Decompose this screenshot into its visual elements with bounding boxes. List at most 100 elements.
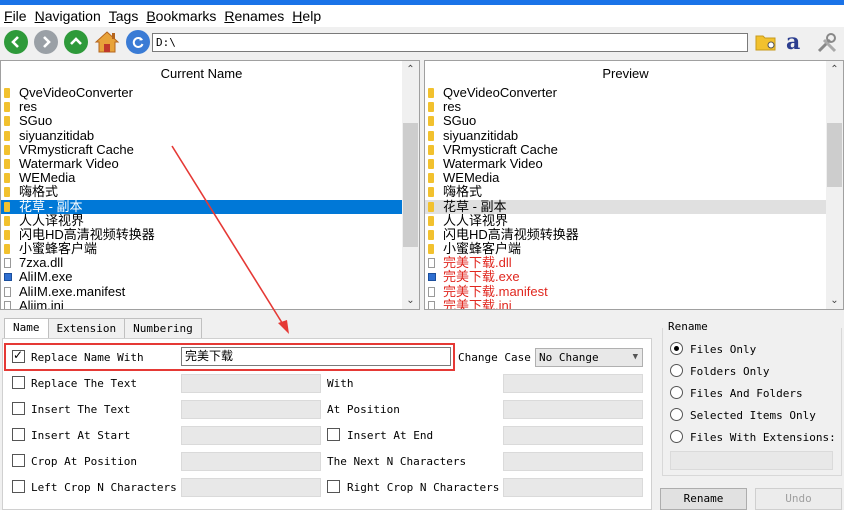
- list-item[interactable]: 人人译视界: [1, 213, 402, 228]
- list-item[interactable]: 完美下载.dll: [425, 256, 826, 270]
- list-item[interactable]: 完美下载.ini: [425, 297, 826, 309]
- menu-bookmarks[interactable]: Bookmarks: [146, 8, 216, 24]
- tab-extension[interactable]: Extension: [47, 318, 126, 338]
- font-settings-icon[interactable]: a: [786, 31, 806, 53]
- list-item[interactable]: Watermark Video: [1, 155, 402, 171]
- scroll-down-icon[interactable]: ⌄: [826, 292, 843, 309]
- list-item[interactable]: 嗨格式: [425, 185, 826, 199]
- insert-text-checkbox[interactable]: [12, 402, 25, 415]
- list-item[interactable]: 花草 - 副本: [425, 199, 826, 214]
- list-item-label: Watermark Video: [19, 155, 119, 171]
- list-item[interactable]: 小蜜蜂客户端: [1, 242, 402, 256]
- insert-text-label: Insert The Text: [31, 403, 131, 416]
- refresh-icon[interactable]: [126, 30, 150, 54]
- insert-text-input[interactable]: [181, 400, 321, 419]
- open-folder-icon[interactable]: [755, 32, 777, 52]
- list-item[interactable]: WEMedia: [1, 171, 402, 185]
- menu-renames[interactable]: Renames: [224, 8, 284, 24]
- list-item-label: 完美下载.manifest: [443, 283, 548, 299]
- up-arrow-icon[interactable]: [64, 30, 88, 54]
- path-input[interactable]: D:\: [152, 33, 748, 52]
- files-with-ext-radio[interactable]: [670, 430, 683, 443]
- folders-only-radio[interactable]: [670, 364, 683, 377]
- list-item[interactable]: AliIM.exe: [1, 270, 402, 284]
- list-item[interactable]: 完美下载.exe: [425, 270, 826, 284]
- scroll-up-icon[interactable]: ⌃: [826, 61, 843, 78]
- insert-at-end-checkbox[interactable]: [327, 428, 340, 441]
- crop-at-position-input[interactable]: [181, 452, 321, 471]
- list-item[interactable]: AliIM.exe.manifest: [1, 284, 402, 299]
- files-and-folders-radio[interactable]: [670, 386, 683, 399]
- right-crop-checkbox[interactable]: [327, 480, 340, 493]
- list-item[interactable]: Watermark Video: [425, 156, 826, 171]
- home-icon[interactable]: [94, 30, 120, 54]
- rename-button[interactable]: Rename: [660, 488, 747, 510]
- menu-tags[interactable]: Tags: [109, 8, 139, 24]
- menu-file[interactable]: File: [4, 8, 27, 24]
- replace-text-input[interactable]: [181, 374, 321, 393]
- insert-at-end-input[interactable]: [503, 426, 643, 445]
- list-item[interactable]: siyuanzitidab: [425, 128, 826, 143]
- preview-header: Preview: [425, 61, 826, 86]
- menu-navigation[interactable]: Navigation: [35, 8, 101, 24]
- list-item[interactable]: res: [425, 100, 826, 114]
- change-case-select[interactable]: No Change ▼: [535, 348, 643, 367]
- at-position-input[interactable]: [503, 400, 643, 419]
- list-item-label: 7zxa.dll: [19, 255, 64, 271]
- list-item[interactable]: SGuo: [425, 114, 826, 128]
- forward-arrow-icon[interactable]: [34, 30, 58, 54]
- with-label: With: [327, 377, 354, 390]
- list-item[interactable]: 闪电HD高清视频转换器: [425, 226, 826, 242]
- left-crop-checkbox[interactable]: [12, 480, 25, 493]
- with-input[interactable]: [503, 374, 643, 393]
- scroll-up-icon[interactable]: ⌃: [402, 61, 419, 78]
- list-item[interactable]: Aliim.ini: [1, 298, 402, 309]
- selected-items-radio[interactable]: [670, 408, 683, 421]
- list-item[interactable]: 嗨格式: [1, 185, 402, 199]
- menu-help[interactable]: Help: [292, 8, 321, 24]
- left-crop-input[interactable]: [181, 478, 321, 497]
- extensions-input[interactable]: [670, 451, 833, 470]
- toolbar: D:\ a: [0, 27, 844, 59]
- list-item[interactable]: 7zxa.dll: [1, 256, 402, 270]
- list-item-label: 完美下载.ini: [443, 297, 512, 309]
- files-only-radio[interactable]: [670, 342, 683, 355]
- tab-numbering[interactable]: Numbering: [124, 318, 202, 338]
- list-item[interactable]: QveVideoConverter: [1, 86, 402, 100]
- list-item[interactable]: 闪电HD高清视频转换器: [1, 227, 402, 242]
- tools-icon[interactable]: [816, 32, 838, 54]
- back-arrow-icon[interactable]: [4, 30, 28, 54]
- list-item[interactable]: WEMedia: [425, 171, 826, 185]
- preview-scrollbar[interactable]: ⌃ ⌄: [826, 61, 843, 309]
- scroll-down-icon[interactable]: ⌄: [402, 292, 419, 309]
- right-crop-input[interactable]: [503, 478, 643, 497]
- list-item[interactable]: res: [1, 100, 402, 114]
- next-n-chars-label: The Next N Characters: [327, 455, 467, 468]
- list-item[interactable]: 完美下载.manifest: [425, 283, 826, 299]
- list-item[interactable]: 小蜜蜂客户端: [425, 242, 826, 256]
- list-item[interactable]: siyuanzitidab: [1, 128, 402, 143]
- crop-at-position-checkbox[interactable]: [12, 454, 25, 467]
- list-item[interactable]: QveVideoConverter: [425, 86, 826, 100]
- next-n-chars-input[interactable]: [503, 452, 643, 471]
- list-item[interactable]: VRmysticraft Cache: [425, 142, 826, 157]
- list-item[interactable]: 人人译视界: [425, 213, 826, 228]
- undo-button[interactable]: Undo: [755, 488, 842, 510]
- current-name-list[interactable]: QveVideoConverter res SGuo siyuanzitidab VRm…: [1, 86, 402, 309]
- selected-items-label: Selected Items Only: [690, 409, 816, 422]
- tab-name[interactable]: Name: [4, 318, 49, 338]
- current-scrollbar[interactable]: ⌃ ⌄: [402, 61, 419, 309]
- scroll-thumb[interactable]: [827, 123, 842, 187]
- insert-at-start-checkbox[interactable]: [12, 428, 25, 441]
- preview-list[interactable]: QveVideoConverter res SGuo siyuanzitidab VRm…: [425, 86, 826, 309]
- list-item-label: 闪电HD高清视频转换器: [443, 226, 579, 242]
- insert-at-start-input[interactable]: [181, 426, 321, 445]
- list-item[interactable]: SGuo: [1, 114, 402, 128]
- list-item[interactable]: 花草 - 副本: [1, 199, 402, 214]
- scroll-thumb[interactable]: [403, 123, 418, 247]
- folder-icon: [428, 229, 434, 240]
- list-item[interactable]: VRmysticraft Cache: [1, 142, 402, 157]
- folder-icon: [428, 130, 434, 141]
- replace-text-checkbox[interactable]: [12, 376, 25, 389]
- folder-icon: [4, 158, 10, 169]
